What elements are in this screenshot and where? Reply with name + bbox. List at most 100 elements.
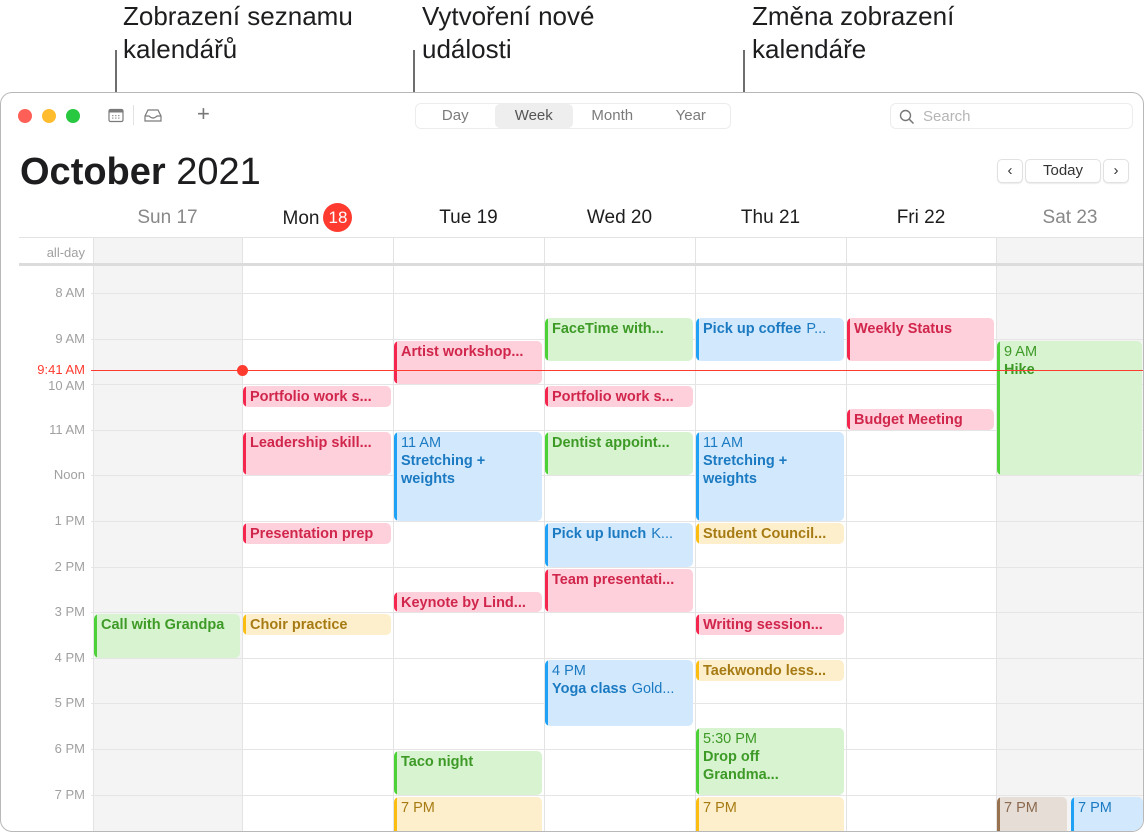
day-header[interactable]: Thu 21 bbox=[695, 207, 846, 229]
calendar-event[interactable]: Weekly Status bbox=[847, 318, 994, 362]
hour-line bbox=[91, 794, 1143, 796]
calendar-event[interactable]: Budget Meeting bbox=[847, 409, 994, 430]
calendar-event[interactable]: Dentist appoint... bbox=[545, 432, 693, 476]
zoom-button[interactable] bbox=[66, 109, 80, 123]
event-title: Taco night bbox=[401, 754, 474, 771]
today-button[interactable]: Today bbox=[1025, 159, 1101, 183]
calendar-event[interactable]: Presentation prep bbox=[243, 523, 391, 544]
calendar-event[interactable]: 9 AM Hike bbox=[997, 340, 1142, 476]
callout-line-1: Vytvoření nové bbox=[422, 1, 595, 31]
event-title: Presentation prep bbox=[250, 526, 374, 543]
close-button[interactable] bbox=[18, 109, 32, 123]
calendar-event[interactable]: 7 PM bbox=[997, 796, 1067, 831]
calendar-event[interactable]: Portfolio work s... bbox=[545, 386, 693, 407]
calendar-event[interactable]: 4 PM Yoga class Gold... bbox=[545, 660, 693, 727]
callout-change-view: Změna zobrazení kalendáře bbox=[752, 0, 954, 66]
hour-line bbox=[91, 749, 1143, 750]
event-title: Portfolio work s... bbox=[250, 389, 372, 406]
event-title: Keynote by Lind... bbox=[401, 594, 526, 611]
toolbar-divider bbox=[133, 105, 134, 125]
calendar-event[interactable]: Team presentati... bbox=[545, 568, 693, 613]
hour-line bbox=[91, 612, 1143, 614]
hour-line bbox=[91, 429, 1143, 431]
calendar-event[interactable]: Taekwondo less... bbox=[696, 660, 844, 681]
next-week-button[interactable]: › bbox=[1103, 159, 1129, 183]
calendar-event[interactable]: FaceTime with... bbox=[545, 318, 693, 362]
event-title: Stretching + weights bbox=[703, 453, 788, 488]
calendar-window: + Day Week Month Year Search October 202… bbox=[0, 92, 1144, 832]
day-header[interactable]: Sun 17 bbox=[93, 207, 242, 229]
week-grid: all-day 8 AM 9 AM 10 AM 11 AM Noon 1 PM 2 PM 3 … bbox=[19, 237, 1143, 831]
day-header[interactable]: Fri 22 bbox=[846, 207, 996, 229]
page-title: October 2021 bbox=[20, 149, 261, 195]
current-time-label: 9:41 AM bbox=[37, 361, 85, 377]
event-location: Gold... bbox=[631, 681, 675, 698]
day-column[interactable] bbox=[393, 238, 544, 831]
calendar-event[interactable]: Pick up coffee P... bbox=[696, 318, 844, 362]
calendar-event[interactable]: 7 PM bbox=[1071, 796, 1143, 831]
minimize-button[interactable] bbox=[42, 109, 56, 123]
day-label: Wed 20 bbox=[586, 207, 653, 228]
event-title: Portfolio work s... bbox=[552, 389, 674, 406]
event-title: Choir practice bbox=[250, 617, 348, 634]
prev-week-button[interactable]: ‹ bbox=[997, 159, 1023, 183]
event-title: Budget Meeting bbox=[854, 412, 963, 429]
calendar-event[interactable]: Taco night bbox=[394, 751, 542, 795]
day-label: Thu 21 bbox=[740, 207, 801, 228]
calendar-event[interactable]: Keynote by Lind... bbox=[394, 591, 542, 613]
title-month: October bbox=[20, 151, 166, 193]
hour-label: 4 PM bbox=[54, 649, 85, 665]
event-title: Dentist appoint... bbox=[552, 435, 670, 452]
event-title: Weekly Status bbox=[854, 321, 953, 338]
event-title: Team presentati... bbox=[552, 571, 675, 588]
calendar-event[interactable]: 7 PM bbox=[394, 796, 542, 831]
day-header[interactable]: Mon 18 bbox=[242, 203, 393, 232]
event-time: 11 AM bbox=[401, 435, 442, 452]
hour-label: Noon bbox=[53, 467, 85, 483]
event-title: Pick up coffee bbox=[703, 321, 802, 338]
callout-line-2: kalendáře bbox=[752, 34, 867, 64]
hour-label: 8 AM bbox=[55, 285, 85, 300]
calendar-event[interactable]: 11 AM Stretching + weights bbox=[394, 432, 542, 521]
current-time-dot bbox=[237, 364, 248, 376]
calendar-event[interactable]: Leadership skill... bbox=[243, 432, 391, 476]
calendar-event[interactable]: Choir practice bbox=[243, 614, 391, 635]
calendar-event[interactable]: 5:30 PM Drop off Grandma... bbox=[696, 728, 844, 795]
day-column[interactable] bbox=[93, 238, 242, 831]
add-event-button[interactable]: + bbox=[197, 101, 210, 127]
hour-label: 6 PM bbox=[54, 741, 85, 756]
day-label: Mon bbox=[282, 208, 320, 229]
hour-line bbox=[91, 566, 1143, 568]
calendar-event[interactable]: 11 AM Stretching + weights bbox=[696, 432, 844, 521]
calendar-event[interactable]: 7 PM bbox=[696, 796, 844, 831]
inbox-icon[interactable] bbox=[143, 108, 163, 128]
event-time: 5:30 PM bbox=[703, 731, 757, 748]
search-input[interactable]: Search bbox=[890, 103, 1133, 129]
calendar-event[interactable]: Call with Grandpa bbox=[94, 614, 240, 658]
event-title: Call with Grandpa bbox=[101, 617, 225, 634]
tab-month[interactable]: Month bbox=[573, 104, 652, 128]
day-header[interactable]: Tue 19 bbox=[393, 207, 544, 229]
event-location: P... bbox=[806, 321, 827, 338]
event-title: Leadership skill... bbox=[250, 435, 372, 452]
calendar-event[interactable]: Student Council... bbox=[696, 523, 844, 544]
event-time: 7 PM bbox=[1078, 799, 1112, 816]
tab-day[interactable]: Day bbox=[416, 104, 495, 128]
callout-line-1: Zobrazení seznamu bbox=[123, 1, 353, 31]
calendar-list-icon[interactable] bbox=[108, 108, 124, 128]
day-header[interactable]: Wed 20 bbox=[544, 207, 695, 229]
tab-year[interactable]: Year bbox=[652, 104, 731, 128]
event-title: Artist workshop... bbox=[401, 343, 524, 360]
day-column[interactable] bbox=[996, 238, 1143, 831]
calendar-event[interactable]: Portfolio work s... bbox=[243, 386, 391, 407]
event-time: 11 AM bbox=[703, 435, 744, 452]
tab-week[interactable]: Week bbox=[494, 104, 573, 128]
calendar-event[interactable]: Pick up lunch K... bbox=[545, 523, 693, 567]
day-label: Sat 23 bbox=[1042, 207, 1098, 228]
day-header[interactable]: Sat 23 bbox=[996, 207, 1143, 229]
calendar-event[interactable]: Writing session... bbox=[696, 614, 844, 635]
event-title: Taekwondo less... bbox=[703, 663, 827, 680]
calendar-event[interactable]: Artist workshop... bbox=[394, 340, 542, 385]
event-title: FaceTime with... bbox=[552, 321, 664, 338]
hour-line bbox=[91, 384, 1143, 386]
